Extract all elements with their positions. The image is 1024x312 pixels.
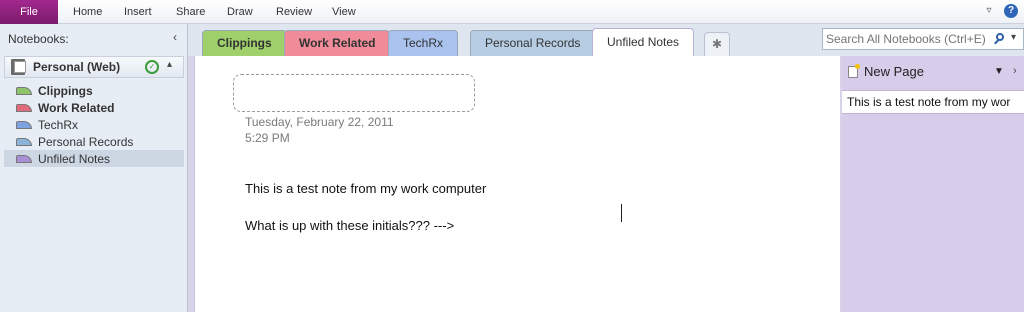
ribbon-bar: File Home Insert Share Draw Review View … — [0, 0, 1024, 24]
menu-view[interactable]: View — [332, 0, 356, 24]
collapse-page-tabs-icon[interactable]: › — [1013, 65, 1017, 77]
menu-insert[interactable]: Insert — [124, 0, 152, 24]
note-text-line[interactable]: What is up with these initials??? ---> — [245, 218, 454, 233]
section-tab-icon — [16, 103, 32, 112]
tab-personal-records[interactable]: Personal Records — [470, 30, 596, 56]
note-text-line[interactable]: This is a test note from my work compute… — [245, 181, 486, 196]
tab-work-related[interactable]: Work Related — [284, 30, 391, 56]
section-tabs: Clippings Work Related TechRx Personal R… — [188, 24, 818, 56]
page-canvas-frame: Tuesday, February 22, 2011 5:29 PM This … — [188, 56, 842, 312]
section-personal-records[interactable]: Personal Records — [4, 133, 184, 150]
section-tab-icon — [16, 120, 32, 129]
notebook-personal-web[interactable]: Personal (Web) ✓ ▴ — [4, 56, 184, 78]
menu-share[interactable]: Share — [176, 0, 205, 24]
page-time: 5:29 PM — [245, 131, 290, 145]
page-list-item[interactable]: This is a test note from my wor — [842, 90, 1024, 114]
page-tabs-pane: New Page ▼ › This is a test note from my… — [842, 56, 1024, 312]
new-page-dropdown-icon[interactable]: ▼ — [994, 66, 1004, 77]
search-icon[interactable] — [993, 32, 1005, 46]
chevron-up-icon[interactable]: ▴ — [167, 59, 172, 70]
collapse-nav-button[interactable]: ‹ — [173, 30, 177, 44]
sync-icon[interactable]: ✓ — [145, 60, 159, 74]
search-input[interactable] — [826, 31, 986, 47]
new-page-icon — [848, 63, 860, 78]
menu-home[interactable]: Home — [73, 0, 102, 24]
section-clippings[interactable]: Clippings — [4, 82, 184, 99]
notebooks-header: Notebooks: — [8, 32, 69, 46]
new-page-label: New Page — [864, 64, 924, 79]
section-tab-icon — [16, 137, 32, 146]
section-techrx[interactable]: TechRx — [4, 116, 184, 133]
section-work-related[interactable]: Work Related — [4, 99, 184, 116]
search-scope-dropdown-icon[interactable]: ▾ — [1011, 32, 1016, 43]
new-section-tab-icon[interactable]: ✱ — [704, 32, 730, 56]
tab-unfiled-notes[interactable]: Unfiled Notes — [592, 28, 695, 56]
search-box[interactable]: ▾ — [822, 28, 1024, 50]
menu-review[interactable]: Review — [276, 0, 312, 24]
notebook-icon — [9, 59, 29, 75]
menu-draw[interactable]: Draw — [227, 0, 253, 24]
section-tab-icon — [16, 86, 32, 95]
section-tab-icon — [16, 154, 32, 163]
navigation-pane: Notebooks: ‹ Personal (Web) ✓ ▴ Clipping… — [0, 24, 188, 312]
notebook-label: Personal (Web) — [33, 60, 121, 74]
new-page-button[interactable]: New Page — [848, 63, 924, 79]
section-list: Clippings Work Related TechRx Personal R… — [4, 82, 184, 167]
text-cursor — [621, 204, 622, 222]
note-page[interactable]: Tuesday, February 22, 2011 5:29 PM This … — [194, 56, 840, 312]
page-title-field[interactable] — [233, 74, 475, 112]
help-icon[interactable]: ? — [1004, 4, 1018, 18]
tab-clippings[interactable]: Clippings — [202, 30, 287, 56]
file-tab[interactable]: File — [0, 0, 58, 24]
page-date: Tuesday, February 22, 2011 — [245, 115, 394, 129]
minimize-ribbon-icon[interactable]: ▿ — [982, 4, 996, 18]
section-unfiled-notes[interactable]: Unfiled Notes — [4, 150, 184, 167]
tab-techrx[interactable]: TechRx — [388, 30, 459, 56]
